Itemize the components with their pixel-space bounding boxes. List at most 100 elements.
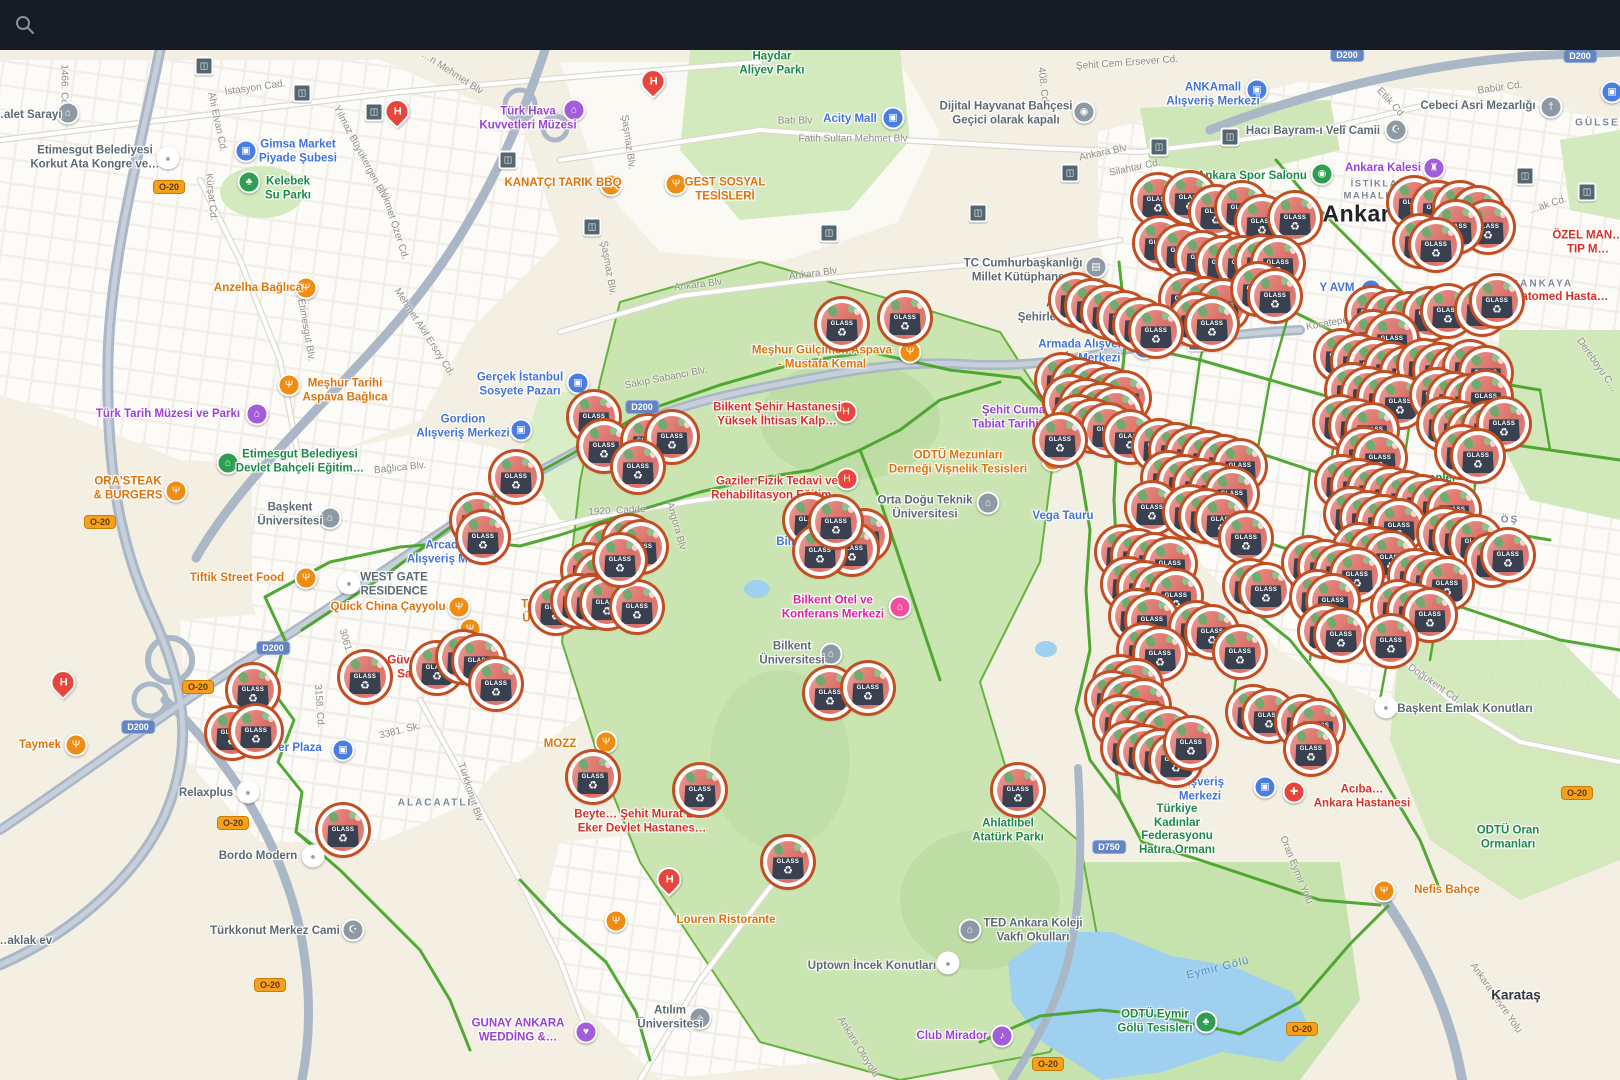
mosque-icon[interactable]: ☪ bbox=[342, 919, 365, 942]
poi-label[interactable]: Tiftik Street Food bbox=[190, 572, 284, 586]
poi-label[interactable]: Relaxplus bbox=[179, 787, 233, 801]
glass-recycling-marker[interactable]: GLASS♻ bbox=[231, 706, 281, 756]
dot-icon[interactable]: ● bbox=[1375, 696, 1398, 719]
poi-label[interactable]: ORA'STEAK& BURGERS bbox=[93, 475, 162, 502]
dot-icon[interactable]: ● bbox=[937, 952, 960, 975]
poi-label[interactable]: Taymek bbox=[19, 739, 61, 753]
poi-label[interactable]: Gerçek İstanbulSosyete Pazarı bbox=[477, 371, 563, 398]
poi-label[interactable]: Nefis Bahçe bbox=[1414, 884, 1480, 898]
poi-label[interactable]: …aklak ev bbox=[0, 935, 52, 949]
poi-label[interactable]: Etimesgut BelediyesiKorkut Ata Kongre ve… bbox=[30, 144, 159, 171]
transit-station-icon[interactable]: ◫ bbox=[820, 224, 839, 243]
poi-label[interactable]: Club Mirador bbox=[917, 1030, 988, 1044]
park-icon[interactable]: ♣ bbox=[238, 171, 261, 194]
restaurant-icon[interactable]: Ψ bbox=[165, 480, 188, 503]
poi-label[interactable]: ODTÜ MezunlarıDerneği Vişnelik Tesisleri bbox=[889, 449, 1027, 476]
restaurant-icon[interactable]: Ψ bbox=[278, 374, 301, 397]
restaurant-icon[interactable]: Ψ bbox=[595, 731, 618, 754]
transit-station-icon[interactable]: ◫ bbox=[499, 151, 518, 170]
poi-label[interactable]: TürkiyeKadınlarFederasyonuHatıra Ormanı bbox=[1139, 803, 1215, 857]
poi-label[interactable]: MOZZ bbox=[544, 738, 577, 752]
glass-recycling-marker[interactable]: GLASS♻ bbox=[811, 497, 861, 547]
glass-recycling-marker[interactable]: GLASS♻ bbox=[471, 659, 521, 709]
poi-label[interactable]: Türk HavaKuvvetleri Müzesi bbox=[479, 105, 576, 132]
shopping-icon[interactable]: ▣ bbox=[510, 419, 533, 442]
glass-recycling-marker[interactable]: GLASS♻ bbox=[1411, 220, 1461, 270]
glass-recycling-marker[interactable]: GLASS♻ bbox=[817, 299, 867, 349]
glass-recycling-marker[interactable]: GLASS♻ bbox=[880, 293, 930, 343]
poi-label[interactable]: er Plaza bbox=[278, 742, 321, 756]
transit-station-icon[interactable]: ◫ bbox=[195, 57, 214, 76]
poi-label[interactable]: Etimesgut BelediyesiDevlet Bahçeli Eğiti… bbox=[236, 448, 364, 475]
zoo-icon[interactable]: ◉ bbox=[1073, 101, 1096, 124]
poi-label[interactable]: AtılımÜniversitesi bbox=[637, 1004, 702, 1031]
restaurant-icon[interactable]: Ψ bbox=[899, 341, 922, 364]
poi-label[interactable]: Uptown İncek Konutları bbox=[808, 960, 936, 974]
poi-label[interactable]: Meşhur Gülçimen Aspava- Mustafa Kemal bbox=[752, 344, 892, 371]
cemetery-icon[interactable]: † bbox=[1540, 96, 1563, 119]
glass-recycling-marker[interactable]: GLASS♻ bbox=[1215, 627, 1265, 677]
map-canvas[interactable]: 1466. Cd.İstasyon Cad.Ahi Elvan Cd.Kürşa… bbox=[0, 0, 1620, 1080]
transit-station-icon[interactable]: ◫ bbox=[1150, 138, 1169, 157]
glass-recycling-marker[interactable]: GLASS♻ bbox=[318, 805, 368, 855]
poi-label[interactable]: WEST GATERESIDENCE bbox=[360, 571, 428, 598]
poi-label[interactable]: Bilkent Otel veKonferans Merkezi bbox=[782, 594, 884, 621]
poi-label[interactable]: GEST SOSYALTESİSLERİ bbox=[685, 176, 766, 203]
poi-label[interactable]: Ankara Kalesi bbox=[1345, 162, 1421, 176]
poi-label[interactable]: GUNAY ANKARAWEDDİNG &… bbox=[472, 1017, 565, 1044]
restaurant-icon[interactable]: Ψ bbox=[65, 734, 88, 757]
medical-icon[interactable]: ✚ bbox=[1283, 781, 1306, 804]
poi-label[interactable]: Quick China Çayyolu bbox=[330, 601, 445, 615]
poi-label[interactable]: Acity Mall bbox=[823, 113, 877, 127]
poi-label[interactable]: Hacı Bayram-ı Velî Camii bbox=[1246, 125, 1380, 139]
glass-recycling-marker[interactable]: GLASS♻ bbox=[613, 442, 663, 492]
transit-station-icon[interactable]: ◫ bbox=[969, 204, 988, 223]
transit-station-icon[interactable]: ◫ bbox=[365, 103, 384, 122]
glass-recycling-marker[interactable]: GLASS♻ bbox=[1483, 530, 1533, 580]
poi-label[interactable]: Türkkonut Merkez Cami bbox=[210, 925, 340, 939]
dot-icon[interactable]: ● bbox=[338, 572, 361, 595]
poi-label[interactable]: Louren Ristorante bbox=[676, 914, 775, 928]
glass-recycling-marker[interactable]: GLASS♻ bbox=[568, 752, 618, 802]
shopping-icon[interactable]: ▣ bbox=[1254, 776, 1277, 799]
school-icon[interactable]: ⌂ bbox=[977, 492, 1000, 515]
glass-recycling-marker[interactable]: GLASS♻ bbox=[1241, 565, 1291, 615]
glass-recycling-marker[interactable]: GLASS♻ bbox=[1453, 431, 1503, 481]
poi-label[interactable]: AhlatlıbelAtatürk Parkı bbox=[972, 817, 1044, 844]
glass-recycling-marker[interactable]: GLASS♻ bbox=[1270, 193, 1320, 243]
nightlife-icon[interactable]: ♪ bbox=[991, 1025, 1014, 1048]
poi-label[interactable]: HaydarAliyev Parkı bbox=[739, 50, 804, 77]
poi-label[interactable]: ODTÜ EymirGölü Tesisleri bbox=[1117, 1008, 1192, 1035]
glass-recycling-marker[interactable]: GLASS♻ bbox=[491, 452, 541, 502]
glass-recycling-marker[interactable]: GLASS♻ bbox=[1366, 616, 1416, 666]
transit-station-icon[interactable]: ◫ bbox=[1221, 128, 1240, 147]
poi-label[interactable]: Anzelha Bağlıca bbox=[214, 282, 302, 296]
transit-station-icon[interactable]: ◫ bbox=[1061, 164, 1080, 183]
restaurant-icon[interactable]: Ψ bbox=[448, 596, 471, 619]
poi-label[interactable]: Acıba…Ankara Hastanesi bbox=[1314, 783, 1411, 810]
school-icon[interactable]: ⌂ bbox=[959, 919, 982, 942]
glass-recycling-marker[interactable]: GLASS♻ bbox=[1250, 271, 1300, 321]
stadium-icon[interactable]: ◉ bbox=[1311, 163, 1334, 186]
museum-icon[interactable]: ⌂ bbox=[246, 403, 269, 426]
glass-recycling-marker[interactable]: GLASS♻ bbox=[763, 837, 813, 887]
glass-recycling-marker[interactable]: GLASS♻ bbox=[1316, 610, 1366, 660]
glass-recycling-marker[interactable]: GLASS♻ bbox=[458, 512, 508, 562]
glass-recycling-marker[interactable]: GLASS♻ bbox=[1221, 513, 1271, 563]
dot-icon[interactable]: ● bbox=[157, 147, 180, 170]
mosque-icon[interactable]: ☪ bbox=[1385, 119, 1408, 142]
castle-icon[interactable]: ♜ bbox=[1423, 157, 1446, 180]
restaurant-icon[interactable]: Ψ bbox=[295, 567, 318, 590]
poi-label[interactable]: ÖZEL MAN…TIP M… bbox=[1552, 229, 1620, 256]
library-icon[interactable]: ▤ bbox=[1085, 256, 1108, 279]
glass-recycling-marker[interactable]: GLASS♻ bbox=[1187, 299, 1237, 349]
glass-recycling-marker[interactable]: GLASS♻ bbox=[612, 582, 662, 632]
shopping-icon[interactable]: ▣ bbox=[882, 107, 905, 130]
poi-label[interactable]: Y AVM bbox=[1320, 282, 1355, 296]
poi-label[interactable]: ANKAmallAlışveriş Merkezi bbox=[1166, 81, 1259, 108]
glass-recycling-marker[interactable]: GLASS♻ bbox=[1286, 724, 1336, 774]
poi-label[interactable]: Türk Tarih Müzesi ve Parkı bbox=[96, 408, 240, 422]
glass-recycling-marker[interactable]: GLASS♻ bbox=[843, 663, 893, 713]
transit-station-icon[interactable]: ◫ bbox=[583, 218, 602, 237]
poi-label[interactable]: Ankara Spor Salonu bbox=[1197, 170, 1307, 184]
